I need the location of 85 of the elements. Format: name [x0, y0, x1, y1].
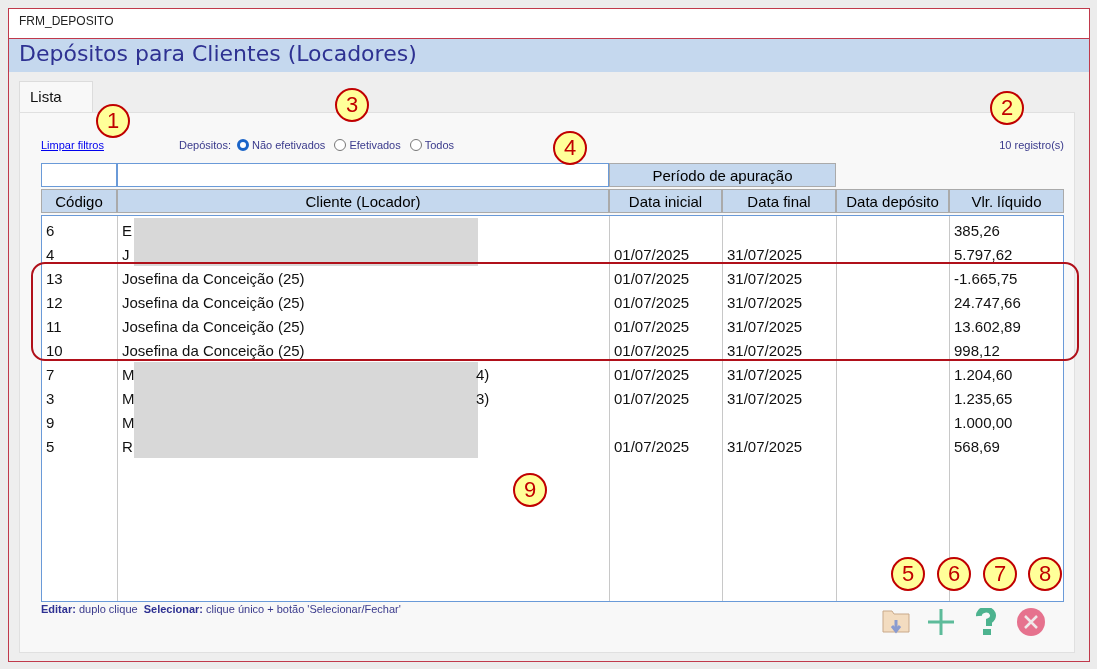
table-cell-text: 31/07/2025	[726, 437, 803, 457]
clear-filters-link[interactable]: Limpar filtros	[41, 139, 179, 151]
table-cell-text: 13.602,89	[953, 317, 1021, 337]
table-cell-text: 998,12	[953, 341, 1000, 361]
radio-label: Todos	[424, 139, 455, 151]
table-cell-text: 24.747,66	[953, 293, 1021, 313]
table-cell-text: 4	[45, 245, 55, 265]
table-cell-text: 01/07/2025	[613, 341, 690, 361]
folder-icon	[881, 608, 911, 636]
table-cell-text: 3	[45, 389, 55, 409]
table-cell-text: Josefina da Conceição (25)	[121, 269, 305, 287]
record-count: 10 registro(s)	[999, 138, 1064, 151]
table-cell-text: 31/07/2025	[726, 389, 803, 409]
filter-field[interactable]	[117, 163, 609, 187]
table-cell-text: 01/07/2025	[613, 269, 690, 289]
column-header[interactable]: Código	[41, 189, 117, 213]
filter-field[interactable]	[41, 163, 117, 187]
table-cell-text: M	[121, 413, 135, 431]
table-cell-text: 31/07/2025	[726, 365, 803, 385]
table-cell-text: 385,26	[953, 221, 1000, 241]
table-row[interactable]: 7 M 4) 01/07/2025 31/07/2025 1.204,60	[42, 362, 1063, 386]
deposits-label: Depósitos:	[179, 139, 231, 151]
question-icon	[974, 608, 998, 636]
table-cell-text: 31/07/2025	[726, 317, 803, 337]
column-header[interactable]: Data final	[722, 189, 836, 213]
radio-button[interactable]	[409, 139, 422, 151]
table-cell-text: 31/07/2025	[726, 341, 803, 361]
table-row[interactable]: 10 Josefina da Conceição (25) 01/07/2025 31/07/2025 998,12	[42, 338, 1063, 362]
table-cell-text: 31/07/2025	[726, 269, 803, 289]
table-cell-text: 01/07/2025	[613, 437, 690, 457]
column-header[interactable]: Cliente (Locador)	[117, 189, 609, 213]
table-cell-text: 13	[45, 269, 63, 289]
table-cell-text: Josefina da Conceição (25)	[121, 317, 305, 335]
close-button[interactable]	[1016, 607, 1046, 637]
plus-icon	[927, 608, 955, 636]
table-cell-text: 1.204,60	[953, 365, 1013, 385]
radio-label: Efetivados	[349, 139, 401, 151]
table-cell-text: 1.000,00	[953, 413, 1013, 433]
table-row[interactable]: 13 Josefina da Conceição (25) 01/07/2025 31/07/2025 -1.665,75	[42, 266, 1063, 290]
table-row[interactable]: 9 M 1.000,00	[42, 410, 1063, 434]
table-cell-text: 11	[45, 317, 62, 337]
table-cell-text: Josefina da Conceição (25)	[121, 341, 305, 359]
table-cell-text: 01/07/2025	[613, 365, 690, 385]
column-header[interactable]: Data inicial	[609, 189, 722, 213]
usage-hint: Editar: duplo clique Selecionar: clique único + botão 'Selecionar/Fechar'	[41, 603, 401, 615]
close-icon	[1016, 607, 1046, 637]
tab[interactable]: Lista	[19, 81, 93, 112]
table-cell-text: 01/07/2025	[613, 389, 690, 409]
radio-label: Não efetivados	[252, 139, 326, 151]
table-cell-text: 10	[45, 341, 63, 361]
table-cell-text: 31/07/2025	[726, 293, 803, 313]
table-cell-text: 6	[45, 221, 55, 241]
table-cell: 4)	[476, 366, 490, 383]
column-header[interactable]: Data depósito	[836, 189, 949, 213]
column-group-header: Período de apuração	[609, 163, 836, 187]
column-header[interactable]: Vlr. líquido	[949, 189, 1064, 213]
table-cell-text: 7	[45, 365, 55, 385]
table-cell: 3)	[476, 390, 490, 407]
table-row[interactable]: 5 R 01/07/2025 31/07/2025 568,69	[42, 434, 1063, 458]
radio-button[interactable]	[237, 139, 249, 151]
table-cell-text: M	[121, 389, 135, 407]
table-cell-text: 12	[45, 293, 63, 313]
table-cell-text: M	[121, 365, 135, 383]
table-cell-text: 01/07/2025	[613, 245, 690, 265]
table-cell-text: 5	[45, 437, 55, 457]
table-cell-text: 568,69	[953, 437, 1000, 457]
table-row[interactable]: 12 Josefina da Conceição (25) 01/07/2025 31/07/2025 24.747,66	[42, 290, 1063, 314]
table-cell-text: R	[121, 437, 133, 455]
table-cell-text: 5.797,62	[953, 245, 1013, 265]
table-row[interactable]: 11 Josefina da Conceição (25) 01/07/2025 31/07/2025 13.602,89	[42, 314, 1063, 338]
table-row[interactable]: 4 J 01/07/2025 31/07/2025 5.797,62	[42, 242, 1063, 266]
table-cell-text: 31/07/2025	[726, 245, 803, 265]
table-cell-text: Josefina da Conceição (25)	[121, 293, 305, 311]
form-header: Depósitos para Clientes (Locadores)	[9, 39, 1089, 72]
table-cell-text: 9	[45, 413, 55, 433]
add-button[interactable]	[926, 607, 956, 637]
table-cell-text: 01/07/2025	[613, 317, 690, 337]
table-cell-text: J	[121, 245, 130, 263]
table-cell-text: 1.235,65	[953, 389, 1013, 409]
table-cell-text: 01/07/2025	[613, 293, 690, 313]
radio-button[interactable]	[334, 139, 347, 151]
table-cell-text: E	[121, 221, 132, 239]
table-row[interactable]: 3 M 3) 01/07/2025 31/07/2025 1.235,65	[42, 386, 1063, 410]
table-cell-text: -1.665,75	[953, 269, 1018, 289]
table-row[interactable]: 6 E 385,26	[42, 218, 1063, 242]
